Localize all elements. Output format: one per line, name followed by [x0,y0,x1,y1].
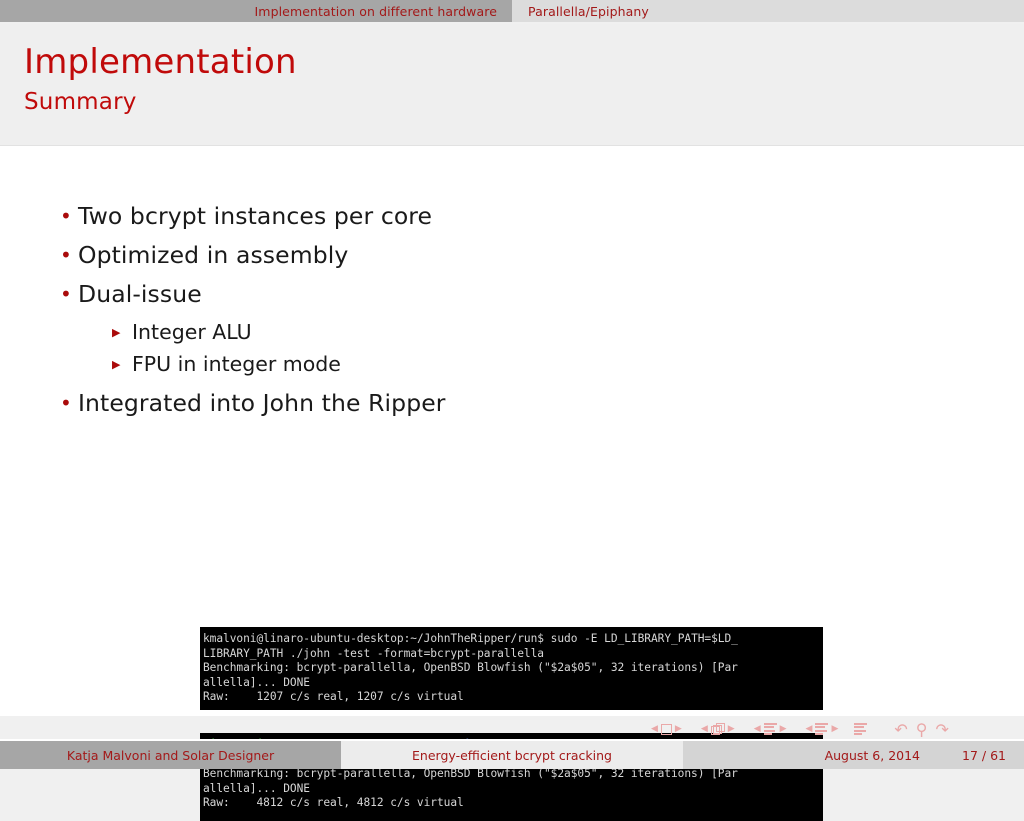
section-tab-implementation[interactable]: Implementation on different hardware [0,0,512,22]
list-item: • Two bcrypt instances per core [60,201,910,231]
terminal-output-line: LIBRARY_PATH ./john -test -format=bcrypt… [203,646,544,660]
section-tab-label: Parallella/Epiphany [528,3,649,19]
nav-slide-group[interactable]: ◀ ▶ [648,723,685,735]
list-item: • Integrated into John the Ripper [60,388,910,418]
slide-body: • Two bcrypt instances per core • Optimi… [0,146,1024,821]
terminal-dollar: $ [537,632,544,645]
next-frame-icon[interactable]: ▶ [728,724,735,734]
search-icon[interactable]: ⚲ [916,720,928,739]
section-tab-label: Implementation on different hardware [254,3,497,19]
sub-list-item: ▶ FPU in integer mode [112,350,910,379]
sub-bullet-text: Integer ALU [132,320,252,344]
frames-icon[interactable] [710,723,725,735]
footer-author: Katja Malvoni and Solar Designer [0,741,341,769]
bullet-marker-icon: • [60,282,72,306]
bullet-list: • Two bcrypt instances per core • Optimi… [60,201,910,427]
triangle-marker-icon: ▶ [112,358,121,371]
beamer-navigation-symbols[interactable]: ◀ ▶ ◀ ▶ ◀ ▶ ◀ ▶ ↶ ⚲ ↷ [648,718,1016,740]
terminal-result-line: Raw: 1207 c/s real, 1207 c/s virtual [203,690,464,704]
terminal-screenshot-1207: kmalvoni@linaro-ubuntu-desktop:~/JohnThe… [200,627,823,710]
section-tab-parallella-epiphany[interactable]: Parallella/Epiphany [512,0,1024,22]
bullet-marker-icon: • [60,391,72,415]
bullet-marker-icon: • [60,204,72,228]
page-title: Implementation [24,42,297,82]
bullet-text: Integrated into John the Ripper [78,389,446,417]
section-icon[interactable] [815,722,829,736]
footer-talk-title-label: Energy-efficient bcrypt cracking [412,747,612,763]
footer-meta: August 6, 2014 17 / 61 [683,741,1024,769]
list-item: • Optimized in assembly [60,240,910,270]
terminal-user-host: kmalvoni@linaro-ubuntu-desktop [203,632,404,645]
nav-section-group[interactable]: ◀ ▶ [803,722,842,736]
footer-page-number: 17 / 61 [962,747,1006,763]
footer-talk-title: Energy-efficient bcrypt cracking [341,741,683,769]
sub-bullet-list: ▶ Integer ALU ▶ FPU in integer mode [112,318,910,379]
slide-title-block: Implementation Summary [0,24,1024,145]
prev-section-icon[interactable]: ◀ [806,724,813,734]
back-icon[interactable]: ↶ [894,720,907,739]
nav-history-group[interactable]: ↶ ⚲ ↷ [890,720,953,739]
bullet-text: Dual-issue [78,280,202,308]
terminal-output-line: allella]... DONE [203,675,310,689]
footer-date: August 6, 2014 [824,747,921,763]
nav-presentation-group[interactable] [854,722,868,736]
terminal-path: ~/JohnTheRipper/run [410,632,538,645]
terminal-result-line: Raw: 4812 c/s real, 4812 c/s virtual [203,796,464,810]
prev-subsection-icon[interactable]: ◀ [754,724,761,734]
terminal-output-line: Benchmarking: bcrypt-parallella, OpenBSD… [203,661,738,675]
sub-bullet-text: FPU in integer mode [132,352,341,376]
terminal-prompt-line: kmalvoni@linaro-ubuntu-desktop:~/JohnThe… [203,632,821,647]
next-slide-icon[interactable]: ▶ [675,724,682,734]
subsection-icon[interactable] [763,722,777,736]
nav-frame-group[interactable]: ◀ ▶ [698,723,738,735]
prev-slide-icon[interactable]: ◀ [651,724,658,734]
nav-subsection-group[interactable]: ◀ ▶ [751,722,790,736]
page-subtitle: Summary [24,89,137,116]
triangle-marker-icon: ▶ [112,326,121,339]
next-subsection-icon[interactable]: ▶ [780,724,787,734]
list-item: • Dual-issue [60,279,910,309]
forward-icon[interactable]: ↷ [936,720,949,739]
terminal-output-line: allella]... DONE [203,781,310,795]
terminal-command: sudo -E LD_LIBRARY_PATH=$LD_ [543,632,738,645]
bullet-text: Two bcrypt instances per core [78,202,433,230]
sub-list-item: ▶ Integer ALU [112,318,910,347]
next-section-icon[interactable]: ▶ [831,724,838,734]
bullet-text: Optimized in assembly [78,241,349,269]
section-navigation-bar: Implementation on different hardware Par… [0,0,1024,22]
footer-author-label: Katja Malvoni and Solar Designer [66,747,275,763]
footer-bar: Katja Malvoni and Solar Designer Energy-… [0,741,1024,769]
presentation-icon[interactable] [854,722,868,736]
bullet-marker-icon: • [60,243,72,267]
slide-icon[interactable] [660,723,672,735]
terminal-output-line: Benchmarking: bcrypt-parallella, OpenBSD… [203,767,738,781]
prev-frame-icon[interactable]: ◀ [701,724,708,734]
